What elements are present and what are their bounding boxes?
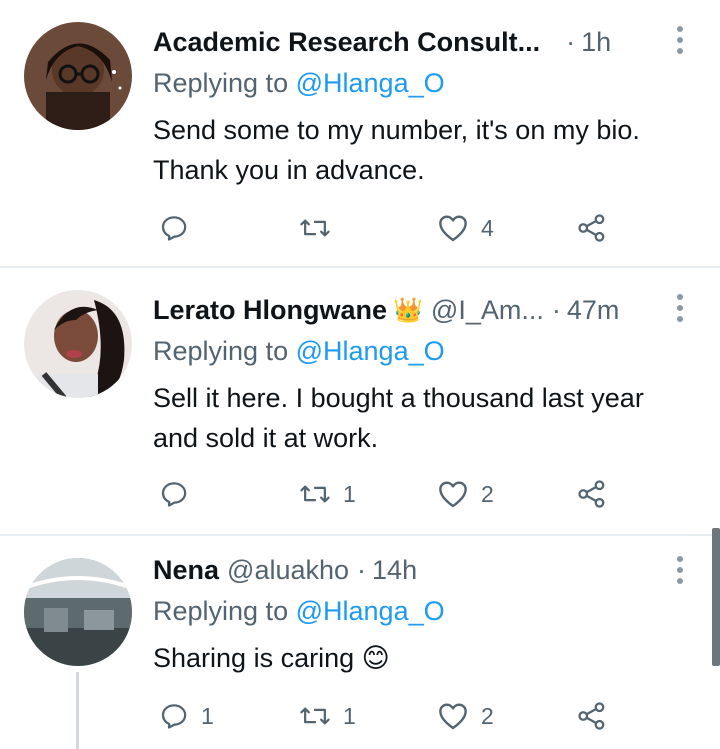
- more-vertical-icon[interactable]: [676, 556, 684, 584]
- tweet[interactable]: Nena @aluakho · 14h Replying to @Hlanga_…: [0, 536, 720, 749]
- tweet-text: Sell it here. I bought a thousand last y…: [153, 383, 644, 453]
- separator: ·: [357, 554, 367, 585]
- mention-link[interactable]: @Hlanga_O: [296, 596, 445, 626]
- avatar[interactable]: [24, 558, 132, 666]
- reply-button[interactable]: 1: [159, 696, 214, 736]
- timestamp[interactable]: 47m: [567, 295, 620, 326]
- display-name[interactable]: Lerato Hlongwane: [153, 295, 387, 326]
- separator: ·: [551, 294, 561, 325]
- timestamp[interactable]: 14h: [372, 555, 417, 586]
- reply-button[interactable]: [159, 208, 201, 248]
- heart-icon: [439, 215, 467, 242]
- reply-button[interactable]: [159, 474, 201, 514]
- replying-to-label: Replying to: [153, 596, 289, 626]
- share-button[interactable]: [577, 474, 607, 514]
- retweet-count: 1: [343, 480, 356, 507]
- tweet-text: Sharing is caring: [153, 643, 355, 673]
- tweet[interactable]: Academic Research Consult... · 1h Replyi…: [0, 0, 720, 266]
- tweet-text: Send some to my number, it's on my bio. …: [153, 115, 640, 185]
- like-count: 4: [481, 214, 494, 241]
- reply-icon: [161, 482, 187, 507]
- mention-link[interactable]: @Hlanga_O: [296, 68, 445, 98]
- share-icon: [578, 702, 605, 730]
- share-button[interactable]: [577, 696, 607, 736]
- reply-icon: [161, 704, 187, 729]
- thread-line: [76, 672, 79, 749]
- heart-icon: [439, 703, 467, 730]
- display-name[interactable]: Nena: [153, 555, 219, 586]
- scrollbar[interactable]: [712, 528, 720, 666]
- display-name[interactable]: Academic Research Consult...: [153, 27, 540, 58]
- share-icon: [578, 214, 605, 242]
- more-vertical-icon[interactable]: [676, 26, 684, 54]
- reply-icon: [161, 216, 187, 241]
- heart-icon: [439, 481, 467, 508]
- reply-count: 1: [201, 702, 214, 729]
- retweet-icon: [300, 219, 330, 237]
- replying-to: Replying to @Hlanga_O: [153, 596, 445, 627]
- tweet-actions: 4: [153, 208, 623, 248]
- tweet-header: Lerato Hlongwane 👑 @I_Am... · 47m: [153, 290, 619, 330]
- separator: ·: [566, 26, 576, 57]
- avatar[interactable]: [24, 22, 132, 130]
- mention-link[interactable]: @Hlanga_O: [296, 336, 445, 366]
- tweet-header: Nena @aluakho · 14h: [153, 550, 417, 590]
- like-button[interactable]: 4: [437, 208, 494, 248]
- retweet-icon: [300, 485, 330, 503]
- crown-emoji: 👑: [393, 296, 423, 324]
- user-handle[interactable]: @aluakho: [227, 555, 349, 586]
- timestamp[interactable]: 1h: [581, 27, 611, 58]
- like-button[interactable]: 2: [437, 474, 494, 514]
- like-count: 2: [481, 702, 494, 729]
- like-button[interactable]: 2: [437, 696, 494, 736]
- retweet-button[interactable]: 1: [299, 474, 356, 514]
- user-handle[interactable]: @I_Am...: [431, 295, 544, 326]
- like-count: 2: [481, 480, 494, 507]
- retweet-icon: [300, 707, 330, 725]
- more-vertical-icon[interactable]: [676, 294, 684, 322]
- tweet[interactable]: Lerato Hlongwane 👑 @I_Am... · 47m Replyi…: [0, 268, 720, 534]
- tweet-text-container: Sharing is caring 😊: [153, 638, 693, 678]
- tweet-actions: 1 1 2: [153, 696, 623, 736]
- replying-to-label: Replying to: [153, 68, 289, 98]
- share-button[interactable]: [577, 208, 607, 248]
- tweet-actions: 1 2: [153, 474, 623, 514]
- smile-emoji: 😊: [361, 643, 390, 673]
- replying-to: Replying to @Hlanga_O: [153, 336, 445, 367]
- replying-to-label: Replying to: [153, 336, 289, 366]
- avatar[interactable]: [24, 290, 132, 398]
- replying-to: Replying to @Hlanga_O: [153, 68, 445, 99]
- tweet-header: Academic Research Consult... · 1h: [153, 22, 611, 62]
- share-icon: [578, 480, 605, 508]
- retweet-count: 1: [343, 702, 356, 729]
- retweet-button[interactable]: [299, 208, 343, 248]
- retweet-button[interactable]: 1: [299, 696, 356, 736]
